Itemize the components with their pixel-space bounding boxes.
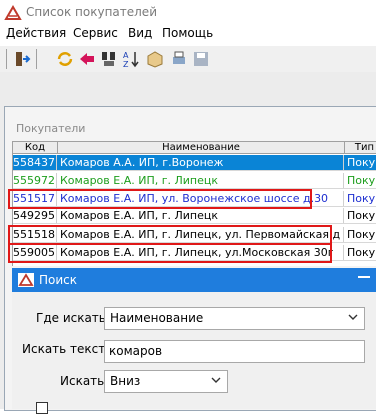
cell-type: Покупатель [347,246,376,259]
highlight-box [8,243,332,263]
cell-name: Комаров Е.А. ИП, г. Липецк [58,208,344,223]
cell-type: Покупатель [347,209,376,222]
option-checkbox[interactable] [36,402,48,414]
chevron-down-icon [211,377,221,383]
highlight-box [8,189,312,209]
table-row[interactable]: 558437 Комаров А.А. ИП, г.Воронеж Покупа… [13,155,376,171]
exit-icon[interactable] [13,50,31,68]
menu-view[interactable]: Вид [128,26,152,40]
where-label: Где искать: [36,311,110,325]
chevron-down-icon [348,314,358,320]
cell-name: Комаров Е.А. ИП, г. Липецк [58,173,344,188]
print-icon[interactable] [170,50,188,68]
menu-service[interactable]: Сервис [73,26,118,40]
toolbar-separator [6,49,7,69]
app-logo-icon [18,273,34,287]
window-title: Список покупателей [26,5,157,19]
where-select-value: Наименование [110,311,204,325]
svg-text:A: A [123,51,129,60]
back-arrow-icon[interactable] [78,50,96,68]
search-text-label: Искать текст: [22,342,110,356]
cell-code: 555972 [13,173,57,188]
menu-actions[interactable]: Действия [6,26,66,40]
refresh-icon[interactable] [56,50,74,68]
minimize-button[interactable] [358,276,370,278]
sort-az-icon[interactable]: A Z [122,50,140,68]
cell-type: Покупатель [347,174,376,187]
toolbar-separator [36,49,37,69]
column-header-type[interactable]: Тип [345,142,376,154]
table-row[interactable]: 555972 Комаров Е.А. ИП, г. Липецк Покупа… [13,173,376,189]
cell-type: Покупатель [347,192,376,205]
column-header-code[interactable]: Код [13,142,58,154]
menu-help[interactable]: Помощь [162,26,213,40]
where-select[interactable]: Наименование [104,307,365,330]
direction-select-value: Вниз [110,374,141,388]
cell-type: Покупатель [347,228,376,241]
direction-label: Искать: [60,374,109,388]
binoculars-filter-icon[interactable] [100,50,118,68]
save-icon[interactable] [192,50,210,68]
cell-type: Покупатель [347,156,376,169]
search-dialog-title: Поиск [39,273,78,287]
app-logo-icon [4,5,22,20]
direction-select[interactable]: Вниз [104,370,228,393]
cell-code: 549295 [13,208,57,223]
svg-text:Z: Z [123,60,129,68]
cell-name: Комаров А.А. ИП, г.Воронеж [58,155,344,170]
search-text-input[interactable]: комаров [104,340,365,363]
customers-window-title: Покупатели [16,122,86,135]
table-row[interactable]: 549295 Комаров Е.А. ИП, г. Липецк Покупа… [13,208,376,224]
package-icon[interactable] [146,50,164,68]
search-text-value: комаров [109,344,163,358]
cell-code: 558437 [13,155,57,170]
column-header-name[interactable]: Наименование [58,142,345,154]
menu-bar: Действия Сервис Вид Помощь [0,26,376,44]
highlight-box [8,225,332,245]
